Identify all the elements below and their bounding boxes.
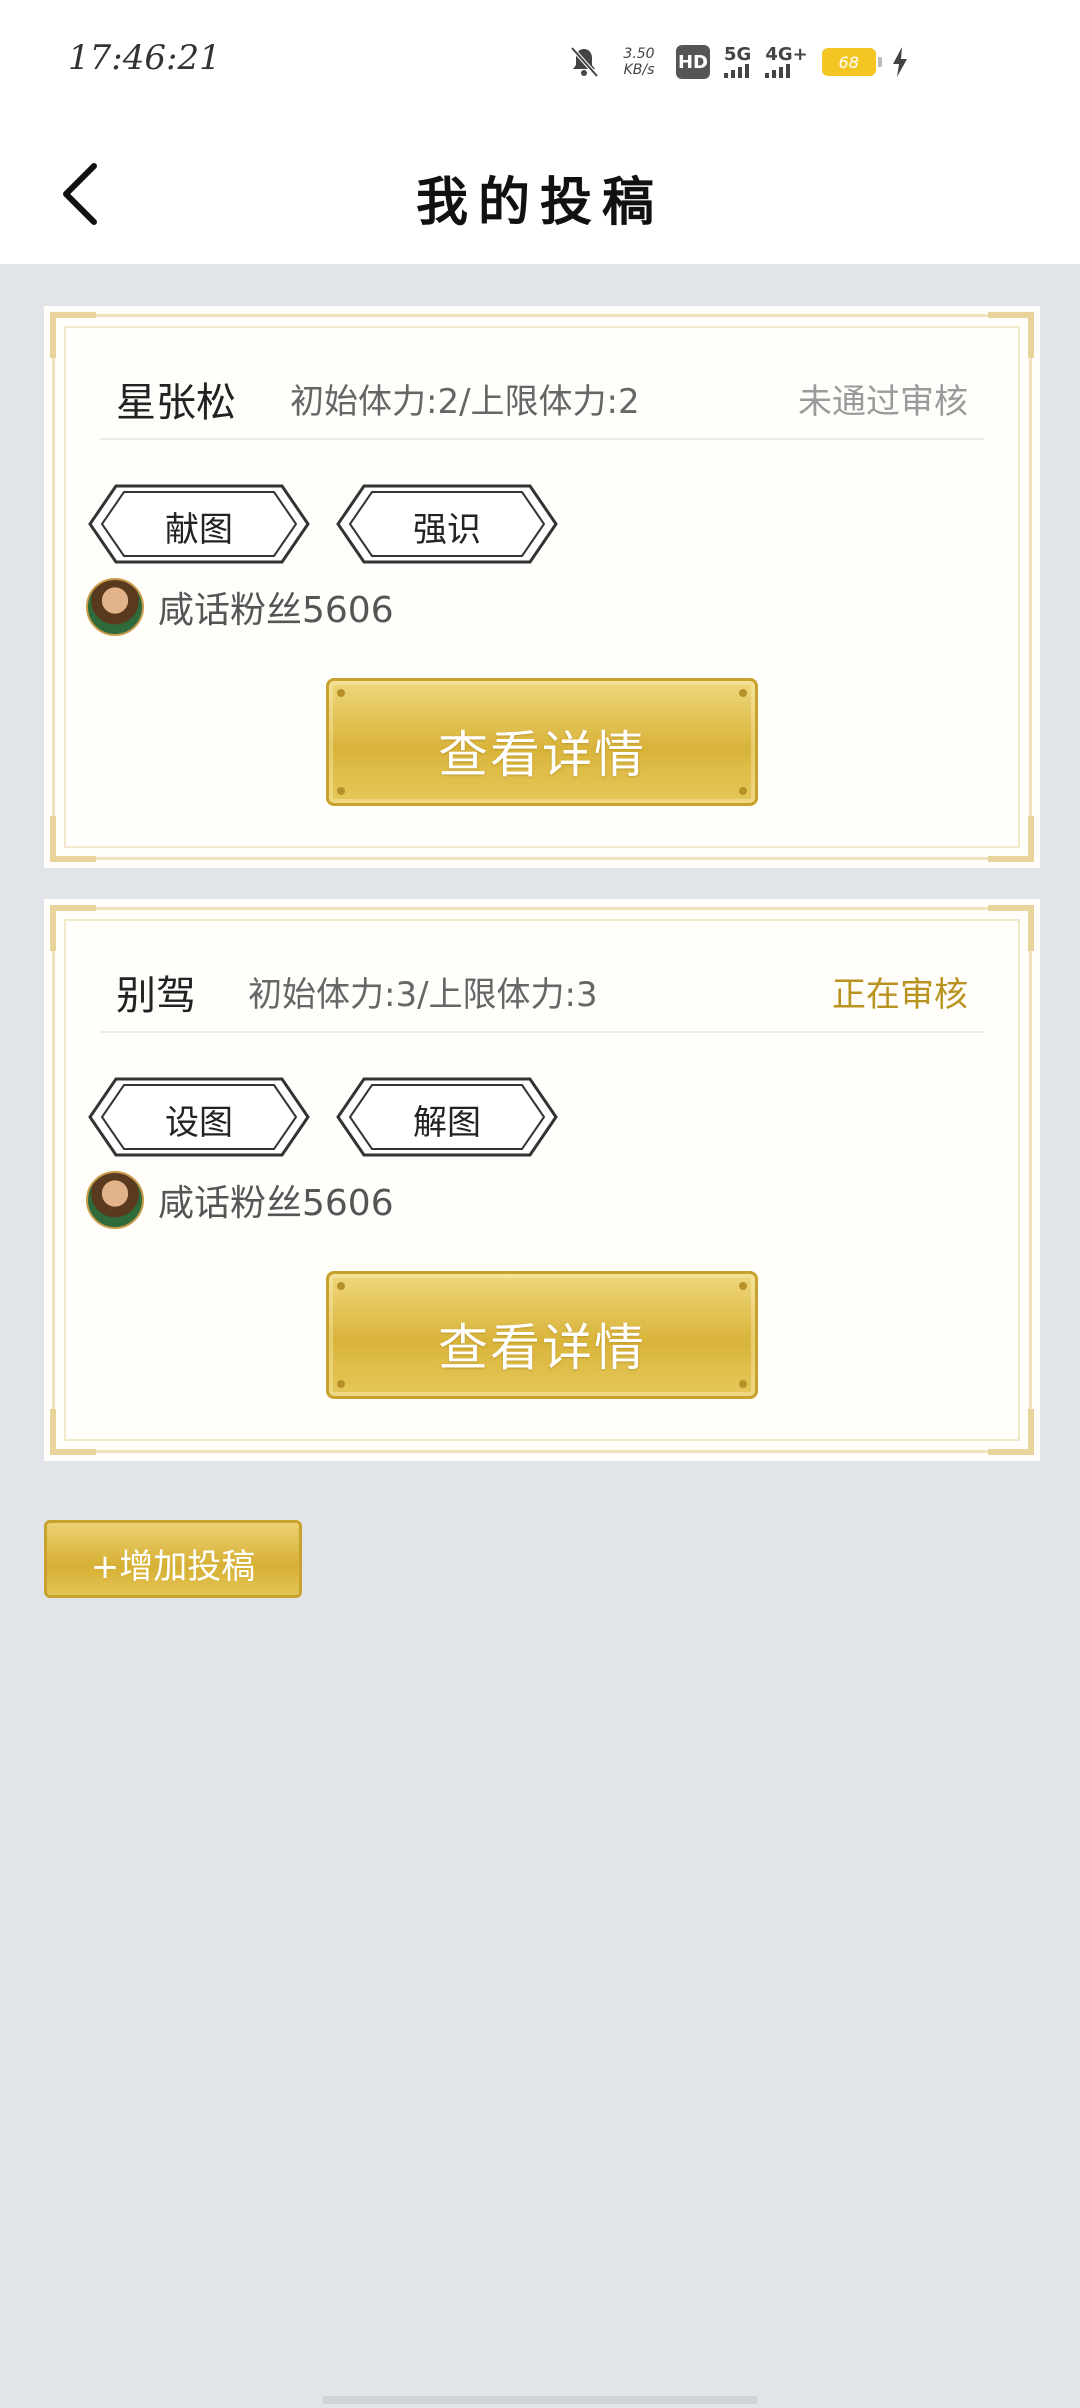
status-icons: 3.50 KB/s HD 5G 4G+ 68 <box>566 38 910 86</box>
card-header: 别驾 初始体力:3/上限体力:3 正在审核 <box>100 941 984 1033</box>
home-indicator[interactable] <box>322 2396 758 2404</box>
app-header: 我的投稿 <box>0 120 1080 264</box>
author-row: 咸话粉丝5606 <box>86 578 394 636</box>
add-submission-label: +增加投稿 <box>90 1547 256 1587</box>
battery-icon: 68 <box>821 48 882 76</box>
author-row: 咸话粉丝5606 <box>86 1171 394 1229</box>
view-details-button[interactable]: 查看详情 <box>326 678 758 806</box>
mute-bell-icon <box>570 46 599 78</box>
view-details-label: 查看详情 <box>438 726 646 784</box>
submission-card: 别驾 初始体力:3/上限体力:3 正在审核 设图 解图 咸话粉丝5606 查看详… <box>44 899 1040 1461</box>
corner-ornament <box>50 905 96 951</box>
card-header: 星张松 初始体力:2/上限体力:2 未通过审核 <box>100 348 984 440</box>
skill-tag[interactable]: 设图 <box>86 1075 312 1159</box>
card-stats: 初始体力:3/上限体力:3 <box>248 975 598 1015</box>
skill-tag[interactable]: 强识 <box>334 482 560 566</box>
skill-tag[interactable]: 解图 <box>334 1075 560 1159</box>
net-speed-value: 3.50 <box>623 46 655 62</box>
corner-ornament <box>988 312 1034 358</box>
corner-ornament <box>50 816 96 862</box>
avatar <box>86 1171 144 1229</box>
avatar <box>86 578 144 636</box>
card-stats: 初始体力:2/上限体力:2 <box>290 382 640 422</box>
review-status: 正在审核 <box>832 975 968 1015</box>
net-speed: 3.50 KB/s <box>616 46 662 78</box>
charging-bolt-icon <box>892 47 907 77</box>
corner-ornament <box>988 1409 1034 1455</box>
hd-icon: HD <box>676 45 710 79</box>
card-name: 别驾 <box>116 973 196 1019</box>
skill-tag-label: 献图 <box>165 510 233 550</box>
corner-ornament <box>988 905 1034 951</box>
corner-ornament <box>50 1409 96 1455</box>
net-speed-unit: KB/s <box>623 62 655 78</box>
author-name: 咸话粉丝5606 <box>158 590 394 631</box>
status-bar: 17:46:21 3.50 KB/s HD 5G 4G+ 68 <box>0 0 1080 120</box>
view-details-label: 查看详情 <box>438 1319 646 1377</box>
signal-5g-icon: 5G <box>724 46 751 78</box>
skill-tag-label: 强识 <box>413 510 481 550</box>
add-submission-button[interactable]: +增加投稿 <box>44 1520 302 1598</box>
corner-ornament <box>988 816 1034 862</box>
author-name: 咸话粉丝5606 <box>158 1183 394 1224</box>
skill-tag-label: 解图 <box>413 1103 481 1143</box>
signal-4g-icon: 4G+ <box>765 44 808 78</box>
corner-ornament <box>50 312 96 358</box>
review-status: 未通过审核 <box>798 382 968 422</box>
page-title: 我的投稿 <box>415 172 664 233</box>
skill-tag[interactable]: 献图 <box>86 482 312 566</box>
sim2-label: 4G+ <box>765 44 808 65</box>
submission-card: 星张松 初始体力:2/上限体力:2 未通过审核 献图 强识 咸话粉丝5606 查… <box>44 306 1040 868</box>
sim1-label: 5G <box>724 44 752 65</box>
view-details-button[interactable]: 查看详情 <box>326 1271 758 1399</box>
status-time: 17:46:21 <box>68 38 221 78</box>
skill-tag-label: 设图 <box>165 1103 233 1143</box>
card-name: 星张松 <box>116 380 236 426</box>
